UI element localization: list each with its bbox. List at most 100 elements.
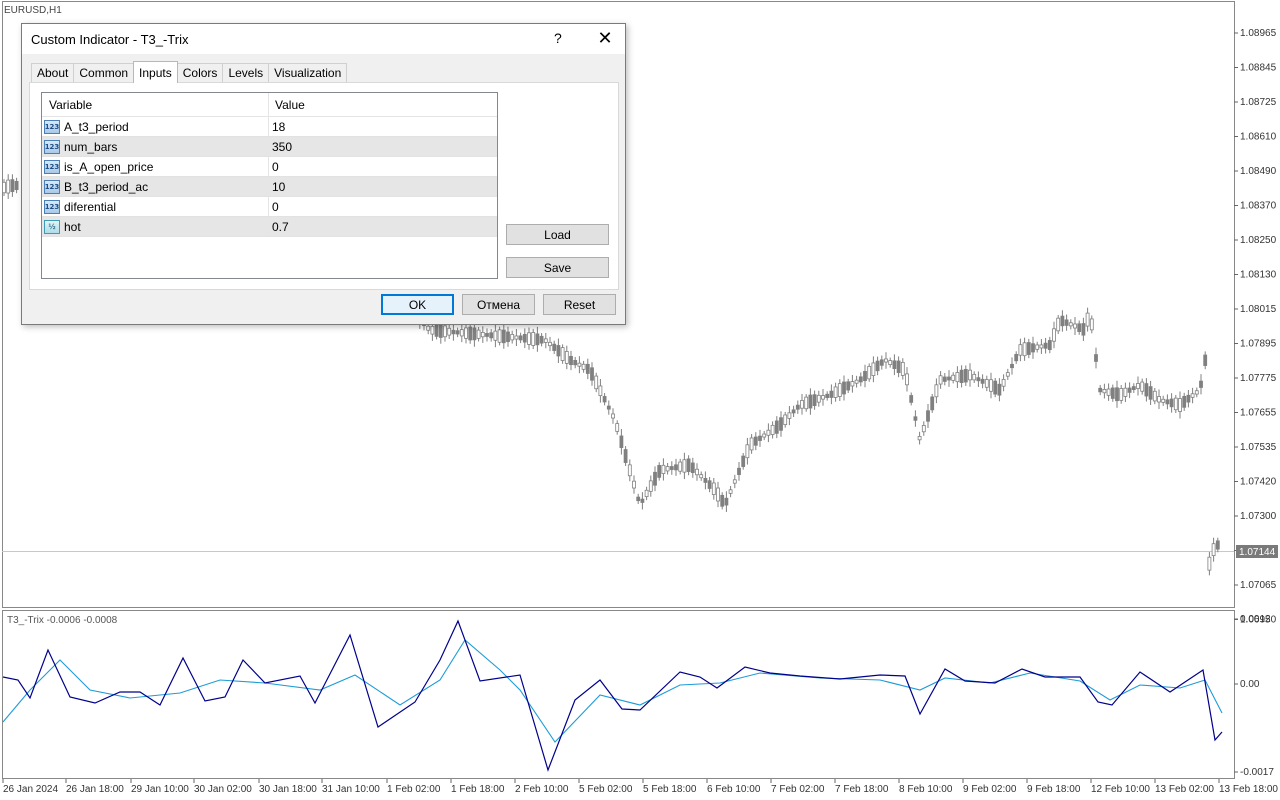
candle-body — [619, 435, 624, 448]
candle-body — [892, 360, 897, 369]
table-row[interactable]: 123 A_t3_period 18 — [42, 117, 497, 137]
candle-body — [552, 343, 557, 351]
candle-body — [1110, 387, 1115, 399]
candle-body — [753, 436, 758, 446]
time-tick-label: 29 Jan 10:00 — [131, 784, 189, 795]
candle-body — [1131, 386, 1136, 391]
cancel-button[interactable]: Отмена — [462, 294, 535, 315]
dialog-titlebar[interactable]: Custom Indicator - T3_-Trix ? ✕ — [22, 24, 625, 54]
candle-body — [640, 498, 645, 503]
tab-about[interactable]: About — [31, 63, 75, 83]
candle-body — [1144, 383, 1149, 397]
time-tick-label: 30 Jan 02:00 — [194, 784, 252, 795]
candle-body — [938, 375, 943, 385]
grid-header: Variable Value — [42, 93, 497, 117]
candle-body — [430, 325, 435, 335]
save-button[interactable]: Save — [506, 257, 609, 278]
candle-body — [720, 494, 725, 507]
candle-body — [564, 351, 569, 364]
tab-levels[interactable]: Levels — [222, 63, 270, 83]
tab-visualization[interactable]: Visualization — [268, 63, 348, 83]
candle-body — [661, 464, 666, 474]
close-icon[interactable]: ✕ — [594, 26, 616, 50]
table-row[interactable]: 123 is_A_open_price 0 — [42, 157, 497, 177]
trix-main-line — [2, 619, 1223, 772]
time-tick-label: 30 Jan 18:00 — [259, 784, 317, 795]
candle-body — [539, 335, 544, 344]
candle-body — [577, 362, 582, 367]
column-header-variable[interactable]: Variable — [42, 93, 269, 116]
time-tick-label: 13 Feb 02:00 — [1155, 784, 1214, 795]
candle-body — [833, 386, 838, 398]
candle-body — [875, 360, 880, 372]
time-tick-label: 8 Feb 10:00 — [899, 784, 953, 795]
candle-body — [678, 461, 683, 472]
indicator-tick-label: 0.0012 — [1240, 614, 1271, 625]
reset-button[interactable]: Reset — [543, 294, 616, 315]
integer-type-icon: 123 — [44, 179, 60, 194]
candle-body — [989, 379, 993, 392]
variable-value[interactable]: 10 — [269, 180, 285, 194]
candle-body — [682, 459, 687, 473]
variable-value[interactable]: 350 — [269, 140, 292, 154]
tab-strip: About Common Inputs Colors Levels Visual… — [31, 61, 348, 83]
candle-body — [1056, 317, 1061, 332]
variable-value[interactable]: 0.7 — [269, 220, 289, 234]
candle-body — [522, 333, 527, 343]
load-button[interactable]: Load — [506, 224, 609, 245]
candle-body — [510, 333, 515, 341]
candle-body — [749, 437, 754, 451]
column-header-value[interactable]: Value — [269, 93, 305, 116]
table-row[interactable]: 123 num_bars 350 — [42, 137, 497, 157]
indicator-pane-frame — [2, 610, 1235, 779]
candle-body — [1077, 323, 1082, 332]
candle-body — [1089, 318, 1094, 331]
candle-body — [963, 368, 968, 383]
candle-body — [455, 330, 460, 335]
help-icon[interactable]: ? — [554, 30, 562, 46]
variable-value[interactable]: 0 — [269, 200, 279, 214]
variable-name: num_bars — [64, 139, 118, 154]
time-tick-label: 9 Feb 02:00 — [963, 784, 1017, 795]
price-tick-label: 1.07065 — [1240, 580, 1277, 591]
candle-body — [783, 414, 788, 426]
candle-body — [501, 329, 506, 344]
candle-body — [900, 362, 905, 376]
table-row[interactable]: 123 B_t3_period_ac 10 — [42, 177, 497, 197]
variable-value[interactable]: 18 — [269, 120, 285, 134]
candle-body — [1182, 395, 1187, 408]
ok-button[interactable]: OK — [381, 294, 454, 315]
variable-value[interactable]: 0 — [269, 160, 279, 174]
indicator-tick-label: 0.00 — [1240, 679, 1260, 690]
candle-body — [585, 363, 590, 374]
price-tick-label: 1.07535 — [1240, 442, 1277, 453]
table-row[interactable]: ½ hot 0.7 — [42, 217, 497, 237]
candle-body — [779, 417, 783, 431]
tab-inputs[interactable]: Inputs — [133, 61, 178, 83]
candle-body — [674, 464, 678, 471]
tab-common[interactable]: Common — [73, 63, 135, 83]
variable-name: B_t3_period_ac — [64, 179, 149, 194]
time-tick-label: 2 Feb 10:00 — [515, 784, 569, 795]
candle-body — [438, 324, 443, 338]
candle-body — [1014, 354, 1019, 362]
candle-body — [1203, 354, 1208, 366]
candle-body — [1136, 383, 1140, 389]
tab-colors[interactable]: Colors — [176, 63, 224, 83]
candle-body — [1026, 342, 1031, 355]
time-tick-label: 7 Feb 18:00 — [835, 784, 889, 795]
price-tick-label: 1.08130 — [1240, 270, 1277, 281]
price-tick-label: 1.07775 — [1240, 373, 1277, 384]
variable-name: hot — [64, 219, 81, 234]
candle-body — [548, 341, 552, 347]
candle-body — [573, 360, 578, 366]
time-tick-label: 26 Jan 18:00 — [66, 784, 124, 795]
candle-body — [854, 379, 859, 384]
candle-body — [1085, 312, 1090, 327]
table-row[interactable]: 123 diferential 0 — [42, 197, 497, 217]
candle-body — [1140, 381, 1145, 392]
candle-body — [930, 396, 935, 411]
price-tick-label: 1.07895 — [1240, 339, 1277, 350]
candle-body — [594, 375, 599, 390]
candle-body — [1186, 394, 1191, 403]
